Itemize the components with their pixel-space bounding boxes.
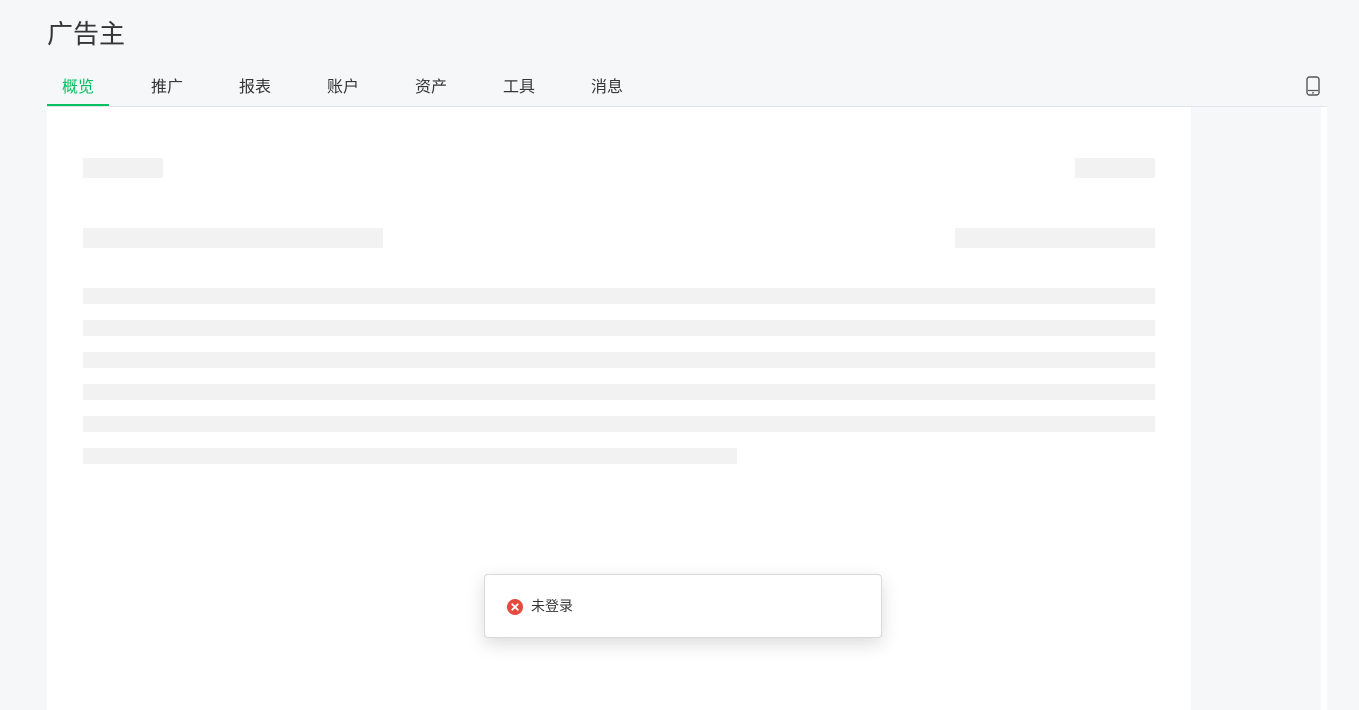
tab-assets[interactable]: 资产 (399, 70, 463, 106)
active-tab-indicator (47, 104, 109, 106)
skeleton-line (83, 288, 1155, 304)
tab-tools[interactable]: 工具 (487, 70, 551, 106)
error-circle-icon (507, 599, 523, 615)
page-title: 广告主 (47, 20, 126, 50)
skeleton-line (83, 384, 1155, 400)
top-nav: 概览 推广 报表 账户 资产 工具 消息 (47, 70, 1327, 107)
toast-message: 未登录 (531, 599, 573, 615)
skeleton-block (955, 228, 1155, 248)
skeleton-block (83, 158, 163, 178)
skeleton-block (83, 228, 383, 248)
tab-reports[interactable]: 报表 (223, 70, 287, 106)
error-toast: 未登录 (484, 574, 882, 638)
mobile-phone-icon[interactable] (1305, 76, 1321, 96)
skeleton-block (1075, 158, 1155, 178)
skeleton-line (83, 416, 1155, 432)
tab-messages[interactable]: 消息 (575, 70, 639, 106)
tab-promotion[interactable]: 推广 (135, 70, 199, 106)
skeleton-line (83, 448, 737, 464)
skeleton-line (83, 352, 1155, 368)
tab-account[interactable]: 账户 (311, 70, 375, 106)
tab-overview[interactable]: 概览 (47, 70, 109, 106)
side-panel-edge (1321, 107, 1327, 710)
skeleton-line (83, 320, 1155, 336)
